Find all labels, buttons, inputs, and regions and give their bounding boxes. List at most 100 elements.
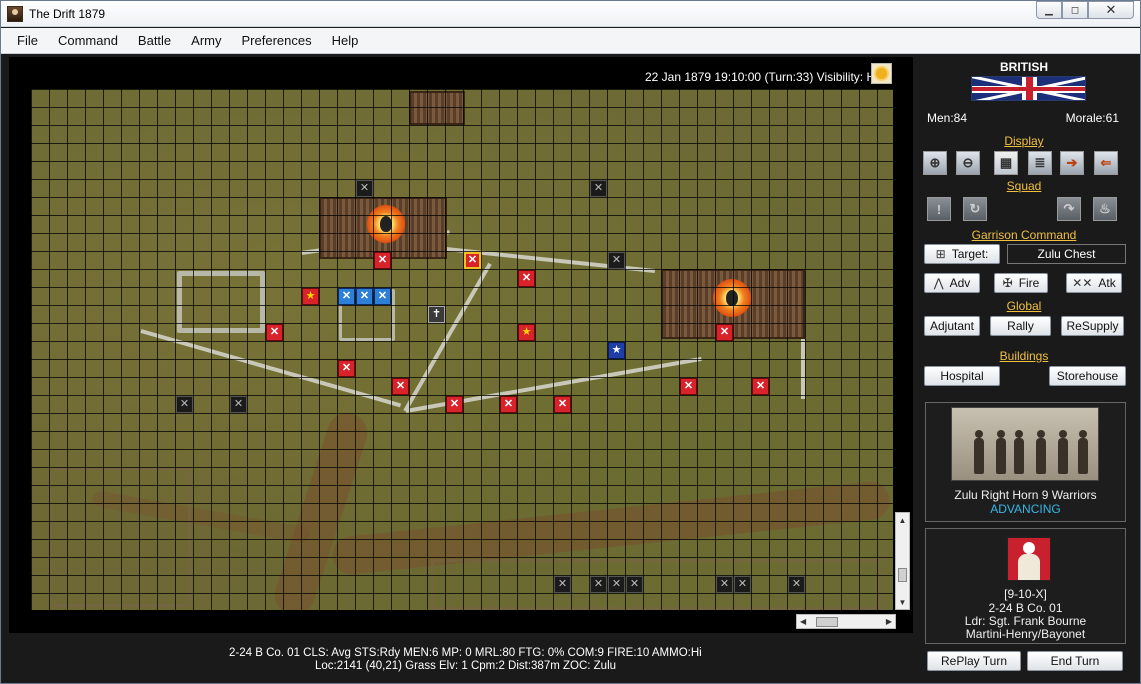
casualty-marker[interactable]: ✕ — [608, 576, 625, 593]
british-unit[interactable]: ✕ — [374, 288, 391, 305]
adjutant-button[interactable]: Adjutant — [924, 316, 980, 336]
british-officer-unit[interactable]: ★ — [302, 288, 319, 305]
casualty-marker[interactable]: ✕ — [608, 252, 625, 269]
status-line-1: 2-24 B Co. 01 CLS: Avg STS:Rdy MEN:6 MP:… — [229, 647, 702, 659]
battle-map[interactable]: ✕ ✕ ✕ ✕ ✕ ✕ ✕ ✕ ✕ ✕ ✕ ✕ ✕ ✕ ✕ ✕ ✕ ✕ ✕ ✕ … — [31, 89, 893, 610]
zulu-unit[interactable]: ✕ — [392, 378, 409, 395]
window-controls: ▁ ◻ ✕ — [1036, 1, 1134, 19]
scroll-right-icon[interactable]: ▶ — [886, 617, 892, 626]
title-bar: The Drift 1879 ▁ ◻ ✕ — [1, 1, 1140, 27]
casualty-marker[interactable]: ✕ — [590, 576, 607, 593]
faction-title: BRITISH — [1000, 60, 1048, 74]
maximize-button[interactable]: ◻ — [1062, 1, 1088, 19]
replay-turn-button[interactable]: RePlay Turn — [927, 651, 1021, 671]
close-button[interactable]: ✕ — [1088, 1, 1134, 19]
scroll-down-icon[interactable]: ▼ — [896, 595, 909, 609]
list-icon[interactable]: ≣ — [1028, 151, 1052, 175]
zulu-unit[interactable]: ✕ — [554, 396, 571, 413]
zulu-unit-selected[interactable]: ✕ — [464, 252, 481, 269]
display-section-label[interactable]: Display — [919, 134, 1129, 148]
window-title: The Drift 1879 — [29, 6, 106, 21]
fire-label: Fire — [1018, 276, 1040, 290]
british-officer-unit[interactable]: ★ — [518, 324, 535, 341]
garrison-section-label[interactable]: Garrison Command — [919, 228, 1129, 242]
menu-bar: File Command Battle Army Preferences Hel… — [1, 28, 1140, 54]
chaplain-unit[interactable]: ✝ — [428, 306, 445, 323]
map-panel: 22 Jan 1879 19:10:00 (Turn:33) Visibilit… — [9, 57, 913, 633]
menu-help[interactable]: Help — [330, 31, 361, 50]
weather-button[interactable] — [871, 63, 892, 84]
scroll-thumb[interactable] — [898, 568, 907, 582]
unit-weapon: Martini-Henry/Bayonet — [965, 627, 1086, 641]
casualty-marker[interactable]: ✕ — [356, 180, 373, 197]
scroll-thumb[interactable] — [816, 616, 839, 627]
fire-button[interactable]: ✠ Fire — [994, 273, 1048, 293]
sun-icon — [876, 68, 887, 79]
target-value-field[interactable]: Zulu Chest — [1007, 244, 1126, 264]
zulu-unit[interactable]: ✕ — [338, 360, 355, 377]
resupply-button[interactable]: ReSupply — [1061, 316, 1124, 336]
menu-army[interactable]: Army — [189, 31, 223, 50]
arrow-right-icon[interactable]: ➔ — [1060, 151, 1084, 175]
zulu-unit[interactable]: ✕ — [716, 324, 733, 341]
fire-icon — [367, 205, 405, 243]
redo-icon[interactable]: ↷ — [1057, 197, 1081, 221]
zoom-in-icon[interactable]: ⊕ — [923, 151, 947, 175]
casualty-marker[interactable]: ✕ — [590, 180, 607, 197]
target-button[interactable]: ⊞ Target: — [924, 244, 1000, 264]
hospital-button[interactable]: Hospital — [924, 366, 1000, 386]
british-leader-unit[interactable]: ★ — [608, 342, 625, 359]
menu-command[interactable]: Command — [56, 31, 120, 50]
zulu-unit[interactable]: ✕ — [500, 396, 517, 413]
advance-label: Adv — [949, 276, 971, 290]
halt-icon[interactable]: ! — [927, 197, 951, 221]
zulu-unit[interactable]: ✕ — [680, 378, 697, 395]
union-flag — [971, 76, 1086, 101]
menu-preferences[interactable]: Preferences — [240, 31, 314, 50]
casualty-marker[interactable]: ✕ — [716, 576, 733, 593]
zulu-unit[interactable]: ✕ — [374, 252, 391, 269]
british-unit[interactable]: ✕ — [356, 288, 373, 305]
unit-leader: Ldr: Sgt. Frank Bourne — [964, 614, 1087, 628]
minimize-button[interactable]: ▁ — [1036, 1, 1062, 19]
british-unit[interactable]: ✕ — [338, 288, 355, 305]
grid-icon[interactable]: ▦ — [994, 151, 1018, 175]
burn-icon[interactable]: ♨ — [1093, 197, 1117, 221]
scroll-up-icon[interactable]: ▲ — [896, 513, 909, 527]
casualty-marker[interactable]: ✕ — [554, 576, 571, 593]
fire-icon — [713, 279, 751, 317]
map-vertical-scrollbar[interactable]: ▲ ▼ — [895, 512, 910, 610]
global-section-label[interactable]: Global — [919, 299, 1129, 313]
buildings-section-label[interactable]: Buildings — [919, 349, 1129, 363]
men-count: Men:84 — [927, 111, 968, 125]
casualty-marker[interactable]: ✕ — [734, 576, 751, 593]
menu-file[interactable]: File — [15, 31, 40, 50]
zulu-warriors-image — [951, 407, 1099, 481]
storehouse-button[interactable]: Storehouse — [1049, 366, 1126, 386]
unit-info-card: [9-10-X] 2-24 B Co. 01 Ldr: Sgt. Frank B… — [925, 528, 1126, 644]
zoom-out-icon[interactable]: ⊖ — [956, 151, 980, 175]
field-enclosure — [49, 467, 191, 607]
map-horizontal-scrollbar[interactable]: ◀ ▶ — [796, 614, 896, 629]
zulu-unit[interactable]: ✕ — [266, 324, 283, 341]
zulu-unit[interactable]: ✕ — [518, 270, 535, 287]
casualty-marker[interactable]: ✕ — [176, 396, 193, 413]
advance-button[interactable]: ⋀ Adv — [924, 273, 980, 293]
morale-value: Morale:61 — [1065, 111, 1119, 125]
casualty-marker[interactable]: ✕ — [626, 576, 643, 593]
rally-button[interactable]: Rally — [990, 316, 1051, 336]
casualty-marker[interactable]: ✕ — [230, 396, 247, 413]
casualty-marker[interactable]: ✕ — [788, 576, 805, 593]
arrow-left-icon[interactable]: ⇐ — [1094, 151, 1118, 175]
zulu-unit[interactable]: ✕ — [752, 378, 769, 395]
end-turn-button[interactable]: End Turn — [1027, 651, 1123, 671]
app-window: The Drift 1879 ▁ ◻ ✕ File Command Battle… — [0, 0, 1141, 684]
enemy-name: Zulu Right Horn 9 Warriors — [954, 488, 1097, 502]
advance-icon: ⋀ — [933, 276, 944, 290]
menu-battle[interactable]: Battle — [136, 31, 173, 50]
rotate-icon[interactable]: ↻ — [963, 197, 987, 221]
attack-button[interactable]: ✕✕ Atk — [1066, 273, 1122, 293]
zulu-unit[interactable]: ✕ — [446, 396, 463, 413]
squad-section-label[interactable]: Squad — [919, 179, 1129, 193]
scroll-left-icon[interactable]: ◀ — [800, 617, 806, 626]
